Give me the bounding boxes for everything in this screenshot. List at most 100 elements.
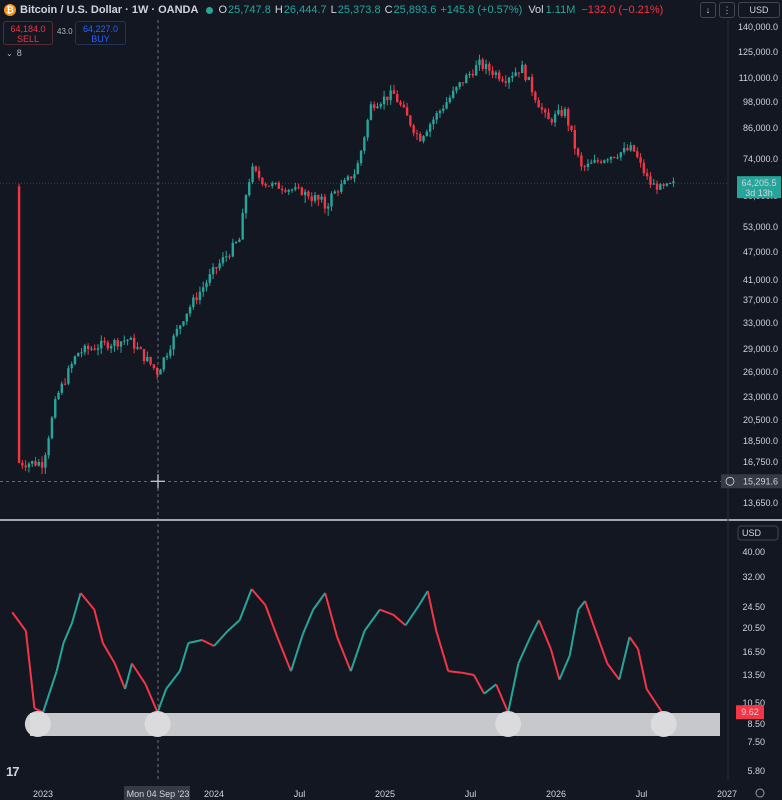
osc-line-segment bbox=[507, 663, 520, 713]
candle-body bbox=[211, 267, 215, 275]
candle-body bbox=[386, 96, 389, 101]
candle-body bbox=[238, 239, 241, 243]
last-price-label: 64,205.5 bbox=[741, 178, 776, 188]
x-tick-label: Jul bbox=[636, 789, 648, 799]
candle-body bbox=[520, 64, 524, 74]
osc-line-segment bbox=[558, 655, 571, 681]
candle-body bbox=[527, 76, 530, 81]
candle-body bbox=[632, 145, 636, 152]
crosshair-date-label: Mon 04 Sep '23 bbox=[127, 789, 190, 799]
candle-body bbox=[67, 368, 70, 384]
x-tick-label: 2024 bbox=[204, 789, 224, 799]
price-tick-label: 37,000.0 bbox=[743, 295, 778, 305]
candle-body bbox=[432, 119, 435, 125]
candle-body bbox=[507, 77, 511, 83]
candle-body bbox=[461, 82, 465, 84]
candle-body bbox=[389, 90, 392, 101]
candle-body bbox=[438, 110, 442, 114]
candle-body bbox=[451, 90, 455, 98]
candle-body bbox=[415, 133, 419, 135]
osc-line-segment bbox=[592, 625, 609, 664]
osc-line-segment bbox=[324, 592, 339, 638]
candle-body bbox=[494, 72, 498, 75]
candle-body bbox=[271, 183, 274, 186]
candle-body bbox=[537, 100, 540, 108]
chart-canvas[interactable]: 140,000.0 125,000.0 110,000.0 98,000.0 86,00… bbox=[0, 0, 782, 800]
osc-line-segment bbox=[584, 600, 595, 626]
candle-body bbox=[478, 59, 481, 66]
candle-body bbox=[484, 63, 488, 69]
candle-body bbox=[363, 137, 366, 151]
osc-line-segment bbox=[628, 636, 639, 650]
osc-line-segment bbox=[156, 688, 168, 713]
candle-body bbox=[280, 188, 284, 191]
candle-body bbox=[379, 104, 382, 107]
osc-line-segment bbox=[618, 636, 631, 680]
osc-line-segment bbox=[448, 670, 463, 674]
x-tick-label: Jul bbox=[294, 789, 306, 799]
candle-body bbox=[60, 383, 64, 393]
osc-line-segment bbox=[62, 622, 73, 644]
candle-body bbox=[458, 82, 461, 87]
candle-body bbox=[142, 349, 146, 362]
candle-body bbox=[300, 187, 304, 196]
candle-body bbox=[405, 107, 409, 116]
candle-body bbox=[195, 297, 198, 301]
candle-body bbox=[116, 340, 119, 347]
candle-body bbox=[307, 191, 310, 197]
osc-last-label: 9.62 bbox=[741, 707, 759, 717]
candle-body bbox=[178, 325, 182, 329]
candle-body bbox=[205, 282, 208, 288]
candle-body bbox=[221, 257, 225, 264]
osc-line-segment bbox=[276, 636, 292, 672]
osc-line-segment bbox=[495, 683, 510, 713]
settings-gear-icon bbox=[755, 788, 765, 798]
candle-body bbox=[409, 115, 412, 126]
candle-body bbox=[530, 76, 534, 93]
countdown-label: 3d 13h bbox=[745, 188, 773, 198]
candle-body bbox=[54, 399, 57, 418]
candle-body bbox=[353, 174, 356, 179]
candle-body bbox=[192, 297, 195, 308]
osc-line-segment bbox=[42, 670, 58, 713]
candle-body bbox=[198, 291, 202, 301]
osc-tick-label: 40.00 bbox=[742, 547, 765, 557]
candle-body bbox=[202, 287, 205, 292]
candle-body bbox=[27, 463, 31, 468]
price-tick-label: 33,000.0 bbox=[743, 318, 778, 328]
candle-body bbox=[622, 147, 626, 153]
candle-body bbox=[544, 109, 547, 113]
candle-body bbox=[50, 417, 54, 439]
candle-body bbox=[534, 92, 537, 101]
osc-currency-label: USD bbox=[742, 528, 762, 538]
price-tick-label: 20,500.0 bbox=[743, 415, 778, 425]
candle-body bbox=[317, 195, 320, 200]
x-tick-label: Jul bbox=[465, 789, 477, 799]
price-tick-label: 53,000.0 bbox=[743, 222, 778, 232]
candle-body bbox=[346, 176, 350, 180]
candle-body bbox=[662, 184, 665, 186]
candle-body bbox=[593, 160, 596, 163]
candle-body bbox=[425, 131, 429, 137]
candle-body bbox=[228, 256, 231, 258]
x-tick-label: 2023 bbox=[33, 789, 53, 799]
osc-line-segment bbox=[101, 642, 116, 665]
osc-tick-label: 16.50 bbox=[742, 647, 765, 657]
osc-line-segment bbox=[549, 648, 561, 680]
osc-line-segment bbox=[517, 636, 532, 664]
candle-body bbox=[428, 124, 432, 132]
candle-body bbox=[359, 150, 363, 164]
osc-line-segment bbox=[238, 588, 253, 621]
candle-body bbox=[146, 356, 149, 362]
candle-body bbox=[504, 81, 507, 83]
candle-body bbox=[106, 342, 110, 349]
candle-body bbox=[109, 345, 113, 349]
candle-body bbox=[264, 183, 267, 186]
candle-body bbox=[290, 189, 294, 191]
candle-body bbox=[471, 73, 475, 76]
candle-body bbox=[21, 462, 24, 466]
price-tick-label: 18,500.0 bbox=[743, 436, 778, 446]
price-tick-label: 125,000.0 bbox=[738, 47, 778, 57]
support-zone-band bbox=[30, 713, 720, 736]
candle-body bbox=[382, 96, 386, 105]
